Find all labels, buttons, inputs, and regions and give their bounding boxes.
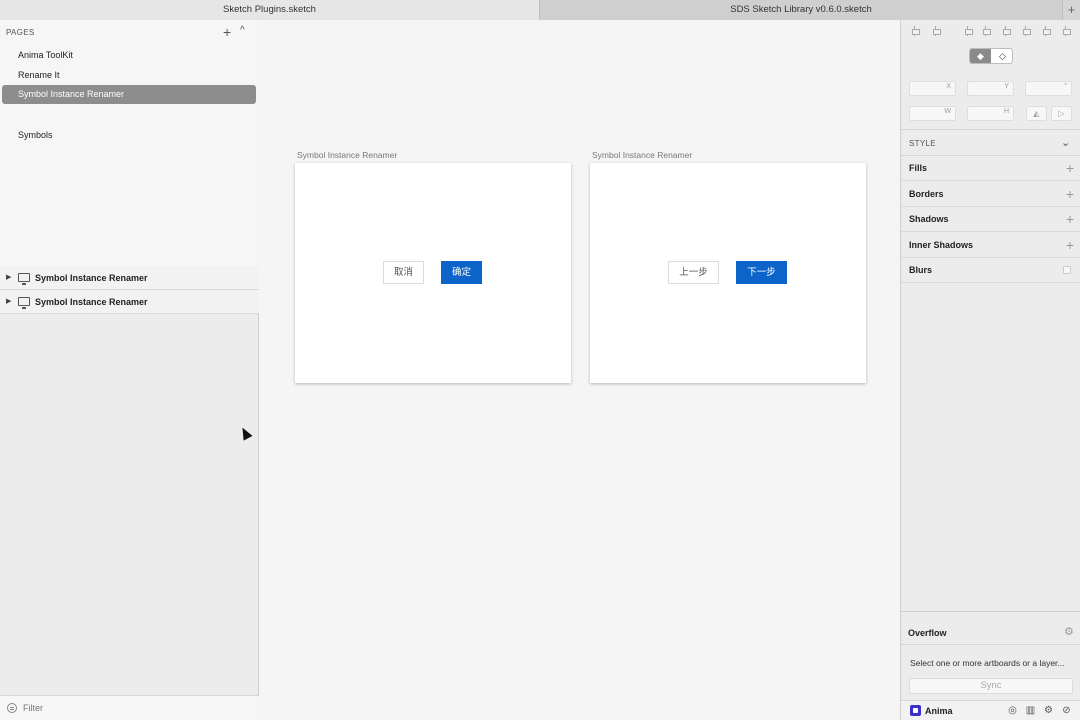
preview-icon[interactable]: ◎ [1007,705,1018,716]
layer-label: Symbol Instance Renamer [35,273,148,283]
next-step-button[interactable]: 下一步 [736,261,787,284]
rotation-label: ° [1064,83,1067,90]
shadows-label: Shadows [909,214,949,224]
style-header: STYLE [909,139,936,148]
fills-section[interactable]: Fills + [901,156,1080,181]
pages-header: PAGES [6,28,35,37]
blurs-section[interactable]: Blurs [901,258,1080,283]
page-item-symbol-instance-renamer[interactable]: Symbol Instance Renamer [2,85,256,104]
disclosure-triangle-icon[interactable]: ▶ [6,273,11,281]
tab-sds-library[interactable]: SDS Sketch Library v0.6.0.sketch [540,0,1062,20]
distribute-horizontal-icon[interactable] [910,26,920,36]
resizing-mode-toggle[interactable]: ◆ ◇ [969,48,1013,64]
filter-icon[interactable] [7,703,17,713]
alignment-toolbar [901,20,1080,42]
align-bottom-icon[interactable] [1061,26,1071,36]
borders-section[interactable]: Borders + [901,182,1080,207]
anima-logo-icon [910,705,921,716]
add-page-button[interactable]: + [223,24,231,40]
divider [901,129,1080,130]
layers-sidebar: PAGES + ^ Anima ToolKit Rename It Symbol… [0,20,259,720]
align-middle-icon[interactable] [1041,26,1051,36]
add-fill-icon[interactable]: + [1066,156,1074,180]
filter-input[interactable]: Filter [23,696,43,720]
blur-checkbox[interactable] [1063,266,1071,274]
shadows-section[interactable]: Shadows + [901,207,1080,232]
sync-button[interactable]: Sync [909,678,1073,694]
inspector-panel: ◆ ◇ X Y ° W H ◭ ▷ STYLE ⌄ Fills + Border… [900,20,1080,720]
settings-icon[interactable]: ⚙ [1043,705,1054,716]
blurs-label: Blurs [909,265,933,275]
page-item-symbols[interactable]: Symbols [2,126,256,145]
artboard-title[interactable]: Symbol Instance Renamer [592,150,692,160]
disclosure-triangle-icon[interactable]: ▶ [6,297,11,305]
artboard-icon [18,273,30,285]
borders-label: Borders [909,189,944,199]
align-left-icon[interactable] [963,26,973,36]
width-field[interactable]: W [909,106,956,121]
height-field[interactable]: H [967,106,1014,121]
add-border-icon[interactable]: + [1066,182,1074,206]
page-item-rename-it[interactable]: Rename It [2,66,256,85]
layer-row[interactable]: ▶ Symbol Instance Renamer [0,290,259,314]
overflow-panel: Overflow ⚙ Select one or more artboards … [901,611,1080,720]
artboard-icon [18,297,30,309]
gem-outline-icon[interactable]: ◇ [992,49,1012,63]
anima-toolbar: Anima ◎ ▥ ⚙ ⊘ [901,700,1080,720]
w-label: W [944,108,951,115]
new-tab-button[interactable]: + [1062,0,1080,20]
flip-horizontal-icon[interactable]: ◭ [1026,106,1047,121]
disable-icon[interactable]: ⊘ [1061,705,1072,716]
x-field[interactable]: X [909,81,956,96]
artboard-title[interactable]: Symbol Instance Renamer [297,150,397,160]
anima-label: Anima [925,706,953,716]
artboard[interactable]: 上一步 下一步 [590,163,866,383]
tab-sketch-plugins[interactable]: Sketch Plugins.sketch [0,0,540,20]
chevron-down-icon[interactable]: ⌄ [1061,136,1070,149]
cancel-button[interactable]: 取消 [383,261,424,284]
document-tab-bar: Sketch Plugins.sketch SDS Sketch Library… [0,0,1080,20]
align-right-icon[interactable] [1001,26,1011,36]
overflow-title: Overflow [908,628,947,638]
layer-label: Symbol Instance Renamer [35,297,148,307]
flip-vertical-icon[interactable]: ▷ [1051,106,1072,121]
filter-bar[interactable]: Filter [0,695,259,720]
y-label: Y [1004,83,1009,90]
artboard[interactable]: 取消 确定 [295,163,571,383]
x-label: X [946,83,951,90]
distribute-vertical-icon[interactable] [931,26,941,36]
inner-shadows-label: Inner Shadows [909,240,974,250]
layer-row[interactable]: ▶ Symbol Instance Renamer [0,266,259,290]
h-label: H [1003,108,1009,115]
page-item-anima-toolkit[interactable]: Anima ToolKit [2,46,256,65]
add-shadow-icon[interactable]: + [1066,207,1074,231]
align-top-icon[interactable] [1021,26,1031,36]
overflow-message: Select one or more artboards or a layer.… [910,658,1065,668]
previous-step-button[interactable]: 上一步 [668,261,719,284]
inner-shadows-section[interactable]: Inner Shadows + [901,233,1080,258]
add-inner-shadow-icon[interactable]: + [1066,233,1074,257]
layout-icon[interactable]: ▥ [1025,705,1036,716]
gem-icon[interactable]: ◆ [970,49,991,63]
pages-list: PAGES + ^ Anima ToolKit Rename It Symbol… [0,20,259,266]
rotation-field[interactable]: ° [1025,81,1072,96]
align-center-icon[interactable] [981,26,991,36]
y-field[interactable]: Y [967,81,1014,96]
canvas[interactable]: Symbol Instance Renamer 取消 确定 Symbol Ins… [260,20,900,720]
collapse-pages-button[interactable]: ^ [240,25,245,36]
gear-icon[interactable]: ⚙ [1064,625,1074,638]
confirm-button[interactable]: 确定 [441,261,482,284]
divider [901,644,1080,645]
fills-label: Fills [909,163,928,173]
